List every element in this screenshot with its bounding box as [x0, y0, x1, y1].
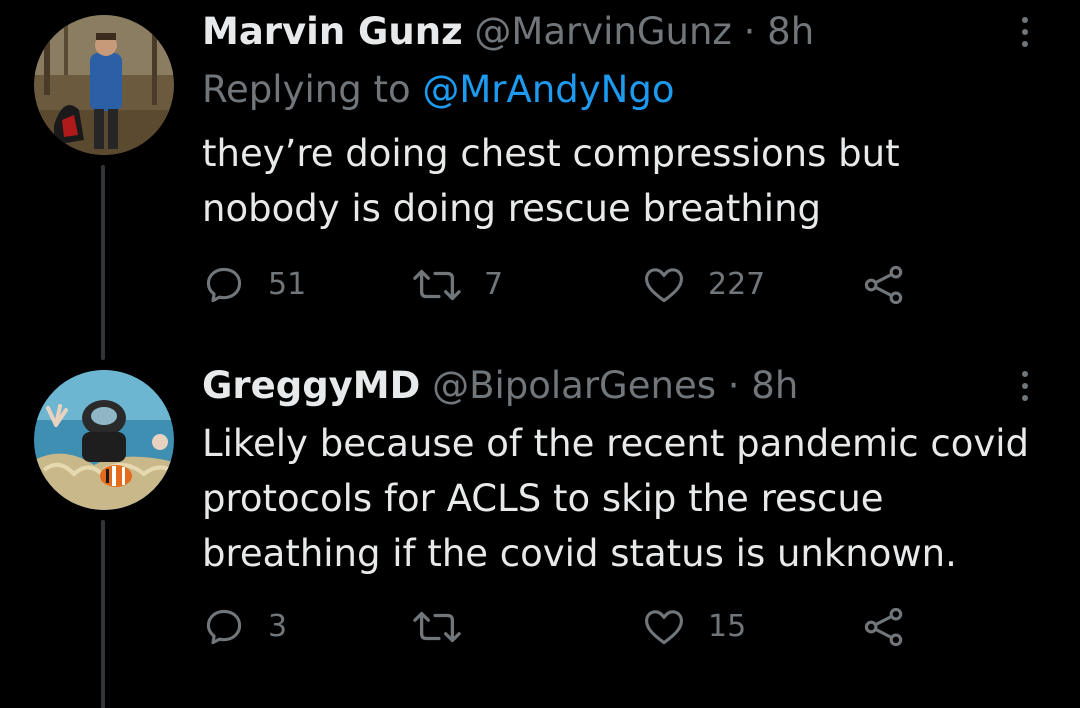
- timestamp[interactable]: 8h: [767, 10, 814, 53]
- retweet-button[interactable]: [412, 602, 484, 652]
- tweet-actions: 51 7 227: [202, 260, 922, 310]
- like-count: 227: [708, 267, 766, 302]
- separator-dot: ·: [743, 10, 756, 53]
- like-count: 15: [708, 609, 747, 644]
- tweet-text: Likely because of the recent pandemic co…: [202, 422, 1030, 575]
- more-icon[interactable]: [1010, 12, 1040, 52]
- reply-icon: [206, 609, 242, 645]
- tweet-text: they’re doing chest compressions but nob…: [202, 132, 900, 230]
- separator-dot: ·: [727, 364, 740, 407]
- more-icon[interactable]: [1010, 366, 1040, 406]
- display-name[interactable]: Marvin Gunz: [202, 10, 463, 53]
- mention-link[interactable]: @MrAndyNgo: [422, 68, 674, 111]
- tweet[interactable]: Marvin Gunz @MarvinGunz · 8h Replying to…: [0, 0, 1080, 360]
- user-handle[interactable]: @MarvinGunz: [474, 10, 731, 53]
- thread-connector-line: [101, 520, 105, 708]
- tweet-thread: Marvin Gunz @MarvinGunz · 8h Replying to…: [0, 0, 1080, 708]
- reply-count: 51: [268, 267, 307, 302]
- retweet-count: 7: [484, 267, 504, 302]
- retweet-icon: [413, 611, 461, 643]
- replying-to: Replying to @MrAndyNgo: [202, 68, 674, 112]
- tweet-header: GreggyMD @BipolarGenes · 8h: [202, 364, 798, 408]
- share-button[interactable]: [862, 602, 906, 652]
- avatar[interactable]: [34, 370, 174, 510]
- reply-icon: [206, 267, 242, 303]
- heart-icon: [645, 610, 683, 645]
- reply-count: 3: [268, 609, 288, 644]
- avatar[interactable]: [34, 15, 174, 155]
- display-name[interactable]: GreggyMD: [202, 364, 420, 407]
- user-handle[interactable]: @BipolarGenes: [432, 364, 716, 407]
- thread-connector-line: [101, 165, 105, 360]
- like-button[interactable]: 227: [642, 260, 765, 310]
- share-icon: [864, 607, 903, 647]
- tweet[interactable]: GreggyMD @BipolarGenes · 8h Likely becau…: [0, 346, 1080, 708]
- reply-button[interactable]: 51: [202, 260, 306, 310]
- replying-label: Replying to: [202, 68, 411, 111]
- retweet-icon: [413, 269, 461, 301]
- tweet-actions: 3 15: [202, 602, 922, 652]
- share-button[interactable]: [862, 260, 906, 310]
- share-icon: [864, 265, 903, 305]
- timestamp[interactable]: 8h: [751, 364, 798, 407]
- heart-icon: [645, 268, 683, 303]
- tweet-header: Marvin Gunz @MarvinGunz · 8h: [202, 10, 814, 54]
- like-button[interactable]: 15: [642, 602, 746, 652]
- reply-button[interactable]: 3: [202, 602, 287, 652]
- retweet-button[interactable]: 7: [412, 260, 503, 310]
